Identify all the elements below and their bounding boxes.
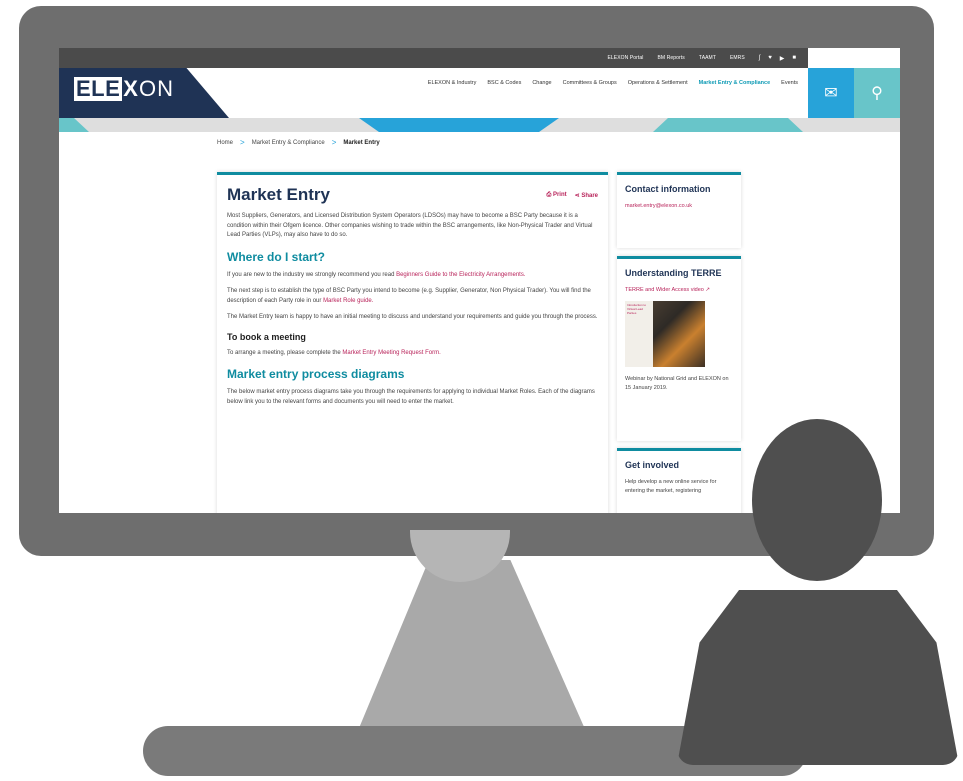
diagrams-heading: Market entry process diagrams bbox=[227, 367, 405, 381]
print-label: Print bbox=[552, 191, 567, 198]
terre-title: Understanding TERRE bbox=[625, 268, 722, 278]
chevron-right-icon: > bbox=[331, 138, 337, 147]
breadcrumb-home[interactable]: Home bbox=[217, 140, 233, 146]
search-icon: ⚲ bbox=[871, 85, 883, 102]
toplink-bm-reports[interactable]: BM Reports bbox=[658, 55, 685, 61]
where-paragraph-2: The next step is to establish the type o… bbox=[227, 287, 598, 306]
envelope-icon: ✉ bbox=[824, 85, 838, 102]
breadcrumb-current: Market Entry bbox=[343, 139, 380, 146]
search-button[interactable]: ⚲ bbox=[854, 68, 900, 118]
get-involved-text: Help develop a new online service for en… bbox=[625, 479, 717, 494]
meeting-request-form-link[interactable]: Market Entry Meeting Request Form. bbox=[342, 350, 440, 356]
linkedin-icon[interactable]: ■ bbox=[792, 55, 796, 62]
book-meeting-heading: To book a meeting bbox=[227, 331, 306, 342]
get-involved-card: Get involved Help develop a new online s… bbox=[617, 448, 741, 513]
where-heading: Where do I start? bbox=[227, 249, 326, 264]
where-p2-text: The next step is to establish the type o… bbox=[227, 288, 591, 304]
person-head bbox=[752, 419, 882, 581]
terre-card: Understanding TERRE TERRE and Wider Acce… bbox=[617, 256, 741, 441]
thumbnail-caption: Introduction to Virtual Lead Parties bbox=[627, 303, 647, 315]
market-role-guide-link[interactable]: Market Role guide. bbox=[323, 298, 373, 304]
nav-item-committees-groups[interactable]: Committees & Groups bbox=[563, 80, 617, 86]
toplink-taamt[interactable]: TAAMT bbox=[699, 55, 716, 61]
youtube-icon[interactable]: ▶ bbox=[780, 55, 785, 62]
flickr-icon[interactable]: ʃ bbox=[759, 55, 760, 62]
print-button[interactable]: ⎙ Print bbox=[546, 192, 566, 199]
logo-text-ele: ELE bbox=[74, 76, 123, 101]
beginners-guide-link[interactable]: Beginners Guide to the Electricity Arran… bbox=[396, 272, 525, 278]
utility-bar: ELEXON Portal BM Reports TAAMT EMRS ʃ ♥ … bbox=[59, 48, 808, 68]
toplink-elexon-portal[interactable]: ELEXON Portal bbox=[607, 55, 643, 61]
mail-button[interactable]: ✉ bbox=[808, 68, 854, 118]
twitter-icon[interactable]: ♥ bbox=[768, 55, 772, 62]
breadcrumb-section[interactable]: Market Entry & Compliance bbox=[252, 140, 325, 146]
social-links: ʃ ♥ ▶ ■ bbox=[759, 55, 796, 62]
nav-item-elexon-industry[interactable]: ELEXON & Industry bbox=[428, 80, 477, 86]
where-paragraph-3: The Market Entry team is happy to have a… bbox=[227, 314, 598, 320]
chevron-right-icon: > bbox=[240, 138, 245, 147]
monitor-stand bbox=[352, 560, 592, 745]
diagrams-paragraph: The below market entry process diagrams … bbox=[227, 389, 595, 405]
nav-item-bsc-codes[interactable]: BSC & Codes bbox=[487, 80, 521, 86]
terre-video-link[interactable]: TERRE and Wider Access video ↗ bbox=[625, 287, 733, 293]
nav-item-change[interactable]: Change bbox=[532, 80, 551, 86]
person-body bbox=[677, 590, 959, 765]
main-nav: ELEXON & Industry BSC & Codes Change Com… bbox=[428, 80, 798, 86]
main-content-card: Market Entry ⎙ Print ⋖ Share Most Suppli… bbox=[217, 172, 608, 513]
book-paragraph: To arrange a meeting, please complete th… bbox=[227, 349, 598, 359]
contact-card: Contact information market.entry@elexon.… bbox=[617, 172, 741, 248]
page-actions: ⎙ Print ⋖ Share bbox=[546, 192, 598, 199]
page-title: Market Entry bbox=[227, 185, 330, 204]
share-button[interactable]: ⋖ Share bbox=[575, 192, 598, 199]
where-paragraph-1: If you are new to the industry we strong… bbox=[227, 271, 598, 281]
where-p1-text: If you are new to the industry we strong… bbox=[227, 271, 397, 278]
ribbon-accent-blue bbox=[359, 118, 559, 132]
ribbon-accent-teal bbox=[653, 118, 803, 132]
terre-caption: Webinar by National Grid and ELEXON on 1… bbox=[625, 376, 729, 391]
toplink-emrs[interactable]: EMRS bbox=[730, 55, 745, 61]
contact-email-link[interactable]: market.entry@elexon.co.uk bbox=[625, 203, 733, 209]
share-label: Share bbox=[581, 192, 598, 199]
webinar-thumbnail[interactable]: Introduction to Virtual Lead Parties bbox=[625, 301, 705, 367]
nav-item-events[interactable]: Events bbox=[781, 80, 798, 86]
logo-text-on: ON bbox=[138, 76, 174, 101]
breadcrumb: Home > Market Entry & Compliance > Marke… bbox=[217, 138, 380, 147]
book-text: To arrange a meeting, please complete th… bbox=[227, 349, 343, 356]
logo-text-x: X bbox=[123, 76, 138, 101]
intro-paragraph: Most Suppliers, Generators, and Licensed… bbox=[227, 213, 593, 238]
get-involved-title: Get involved bbox=[625, 460, 680, 470]
elexon-logo[interactable]: ELE X ON bbox=[74, 77, 174, 101]
contact-title: Contact information bbox=[625, 184, 711, 194]
site-header: ELE X ON ELEXON & Industry BSC & Codes C… bbox=[59, 68, 900, 118]
nav-item-operations-settlement[interactable]: Operations & Settlement bbox=[628, 80, 688, 86]
nav-item-market-entry-compliance[interactable]: Market Entry & Compliance bbox=[699, 80, 771, 86]
